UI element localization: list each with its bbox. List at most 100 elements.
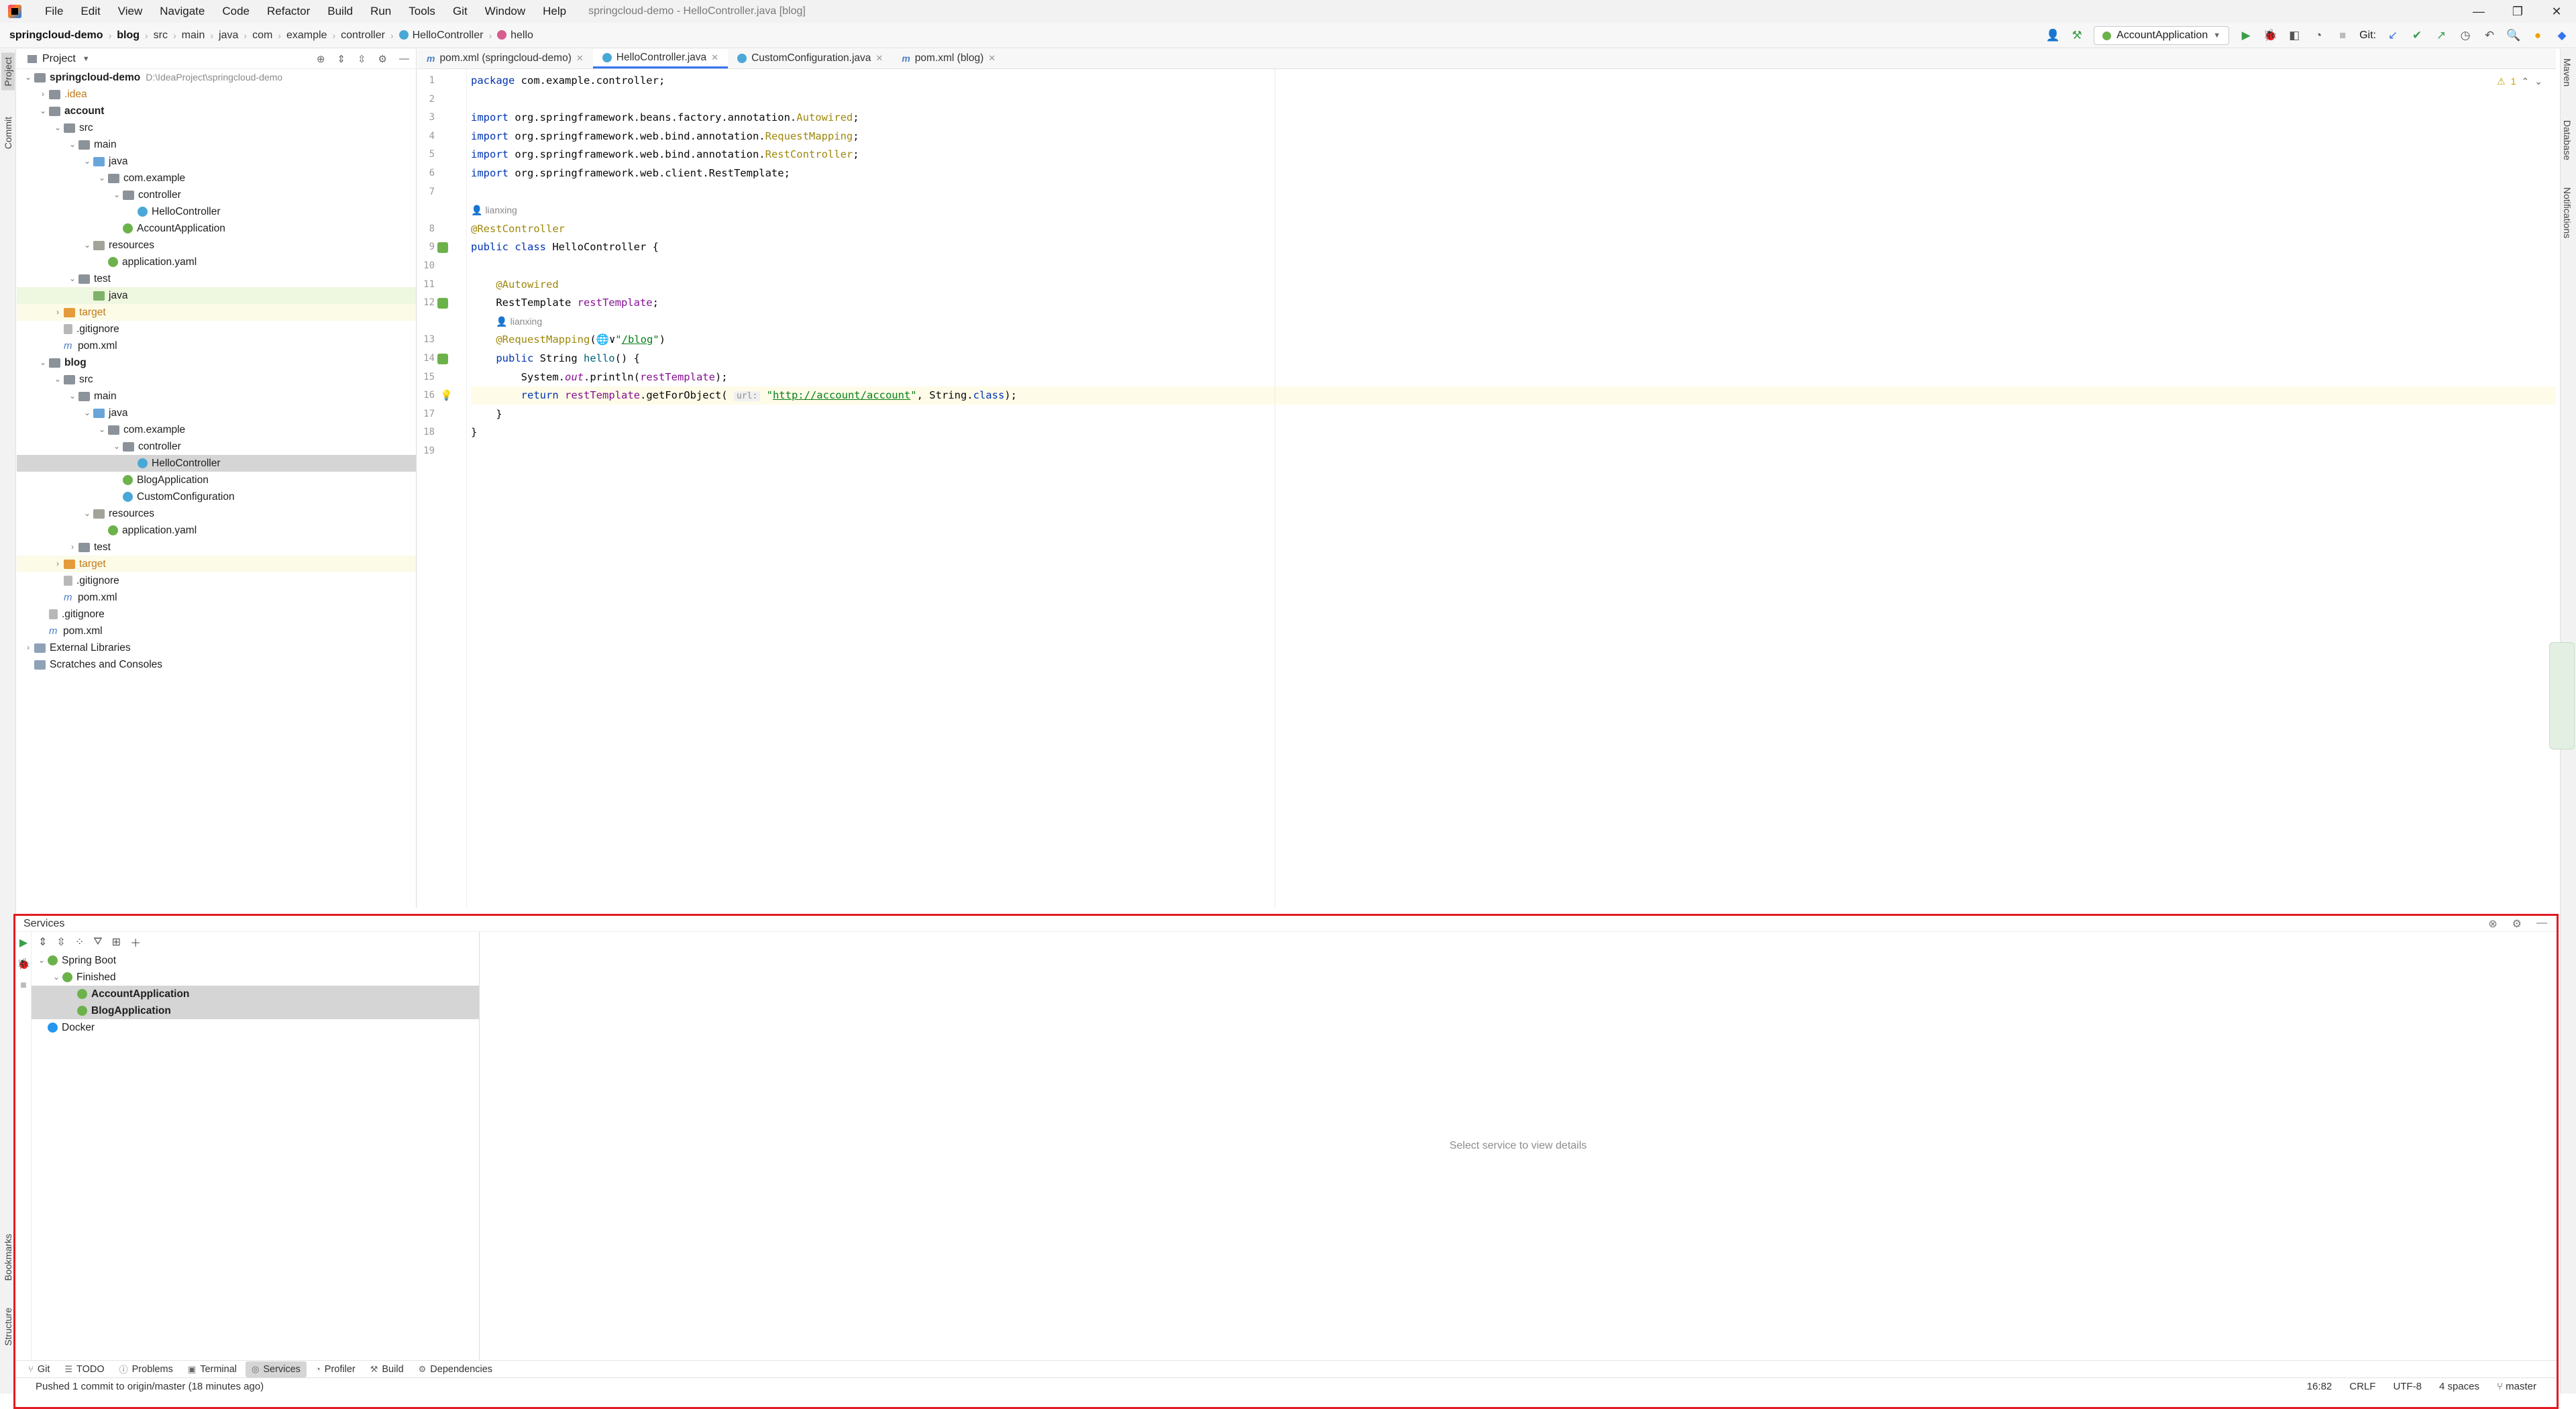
- vtab-notifications[interactable]: Notifications: [2561, 183, 2574, 242]
- hide-icon[interactable]: —: [2536, 917, 2547, 931]
- code-line[interactable]: package com.example.controller;: [471, 72, 665, 90]
- vtab-project[interactable]: Project: [1, 53, 15, 91]
- chevron-down-icon[interactable]: ⌄: [81, 505, 93, 522]
- tool-tab-git[interactable]: ⑂ Git: [22, 1361, 56, 1377]
- menu-code[interactable]: Code: [213, 0, 258, 23]
- chevron-down-icon[interactable]: ⌄: [66, 270, 78, 287]
- chevron-down-icon[interactable]: ⌄: [111, 438, 123, 455]
- restore-button[interactable]: ❐: [2498, 0, 2537, 23]
- tree-item[interactable]: CustomConfiguration: [17, 488, 416, 505]
- close-button[interactable]: ✕: [2537, 0, 2576, 23]
- stop-icon[interactable]: ■: [15, 975, 32, 996]
- code-line[interactable]: System.out.println(restTemplate);: [471, 368, 728, 386]
- chevron-down-icon[interactable]: ⌄: [37, 103, 49, 119]
- code-line[interactable]: 👤 lianxing: [471, 313, 542, 331]
- tool-tab-build[interactable]: ⚒ Build: [364, 1361, 410, 1377]
- chevron-right-icon[interactable]: ›: [37, 86, 49, 103]
- vtab-maven[interactable]: Maven: [2561, 54, 2574, 91]
- chevron-down-icon[interactable]: ⌄: [81, 405, 93, 421]
- intention-bulb-icon[interactable]: 💡: [440, 389, 453, 401]
- code-line[interactable]: 👤 lianxing: [471, 201, 517, 219]
- updates-icon[interactable]: ●: [2530, 28, 2545, 43]
- new-tab-icon[interactable]: ⊞: [112, 935, 121, 949]
- tree-item[interactable]: ⌄ account: [17, 103, 416, 119]
- status-message[interactable]: Pushed 1 commit to origin/master (18 min…: [36, 1381, 264, 1392]
- tree-item[interactable]: java: [17, 287, 416, 304]
- tree-item[interactable]: › External Libraries: [17, 639, 416, 656]
- breadcrumb-item[interactable]: hello: [497, 30, 533, 42]
- tree-item[interactable]: .gitignore: [17, 572, 416, 589]
- tree-item[interactable]: HelloController: [17, 455, 416, 472]
- close-tab-icon[interactable]: ✕: [988, 53, 996, 64]
- tree-item[interactable]: ⌄ java: [17, 153, 416, 170]
- menu-run[interactable]: Run: [362, 0, 400, 23]
- line-separator[interactable]: CRLF: [2349, 1381, 2375, 1392]
- stop-icon[interactable]: ■: [2335, 28, 2350, 43]
- chevron-down-icon[interactable]: ⌄: [81, 153, 93, 170]
- caret-position[interactable]: 16:82: [2307, 1381, 2332, 1392]
- tree-item[interactable]: ⌄ controller: [17, 187, 416, 203]
- tree-item[interactable]: ⌄ resources: [17, 237, 416, 254]
- menu-navigate[interactable]: Navigate: [151, 0, 213, 23]
- breadcrumb-item[interactable]: java: [219, 30, 238, 42]
- inspection-widget[interactable]: ⚠ 1 ⌃ ⌄: [2497, 76, 2542, 87]
- menu-edit[interactable]: Edit: [72, 0, 109, 23]
- code-line[interactable]: RestTemplate restTemplate;: [471, 294, 659, 312]
- chevron-down-icon[interactable]: ⌄: [96, 421, 108, 438]
- menu-build[interactable]: Build: [319, 0, 362, 23]
- service-item[interactable]: BlogApplication: [32, 1002, 479, 1019]
- code-line[interactable]: public class HelloController {: [471, 238, 659, 256]
- vtab-bookmarks[interactable]: Bookmarks: [1, 1230, 15, 1285]
- spring-bean-gutter-icon[interactable]: [437, 354, 448, 364]
- tool-tab-dependencies[interactable]: ⚙ Dependencies: [413, 1361, 498, 1377]
- profile-icon[interactable]: ◔: [2311, 28, 2326, 43]
- user-icon[interactable]: 👤: [2045, 28, 2060, 43]
- build-hammer-icon[interactable]: ⚒: [2070, 28, 2084, 43]
- tool-tab-todo[interactable]: ☰ TODO: [58, 1361, 110, 1377]
- tree-item[interactable]: ⌄ src: [17, 371, 416, 388]
- tool-tab-terminal[interactable]: ▣ Terminal: [182, 1361, 243, 1377]
- debug-icon[interactable]: 🐞: [15, 953, 32, 975]
- tree-item[interactable]: ⌄ main: [17, 136, 416, 153]
- collapse-all-icon[interactable]: ⇳: [56, 935, 65, 949]
- close-tab-icon[interactable]: ✕: [711, 52, 718, 63]
- breadcrumb-item[interactable]: HelloController: [398, 30, 483, 42]
- minimize-button[interactable]: —: [2459, 0, 2498, 23]
- chevron-down-icon[interactable]: ⌄: [37, 354, 49, 371]
- chevron-down-icon[interactable]: ⌄: [81, 237, 93, 254]
- tree-item[interactable]: m pom.xml: [17, 337, 416, 354]
- menu-tools[interactable]: Tools: [400, 0, 444, 23]
- breadcrumb-item[interactable]: com: [252, 30, 272, 42]
- git-branch[interactable]: ⑂ master: [2497, 1381, 2536, 1392]
- menu-file[interactable]: File: [36, 0, 72, 23]
- tree-item[interactable]: ⌄ com.example: [17, 421, 416, 438]
- tree-item[interactable]: m pom.xml: [17, 589, 416, 606]
- tree-item[interactable]: HelloController: [17, 203, 416, 220]
- tree-item[interactable]: ⌄ main: [17, 388, 416, 405]
- locate-icon[interactable]: ⊕: [317, 53, 325, 65]
- chevron-up-icon[interactable]: ⌃: [2522, 76, 2530, 87]
- run-icon[interactable]: ▶: [15, 932, 32, 953]
- tree-item[interactable]: AccountApplication: [17, 220, 416, 237]
- vtab-commit[interactable]: Commit: [1, 113, 15, 153]
- chevron-down-icon[interactable]: ⌄: [50, 969, 62, 986]
- chevron-down-icon[interactable]: ▼: [83, 55, 90, 63]
- tool-tab-services[interactable]: ◎ Services: [245, 1361, 307, 1377]
- service-item[interactable]: ⌄ Spring Boot: [32, 952, 479, 969]
- chevron-right-icon[interactable]: ›: [52, 556, 64, 572]
- menu-view[interactable]: View: [109, 0, 152, 23]
- tree-item[interactable]: BlogApplication: [17, 472, 416, 488]
- tree-item[interactable]: ⌄ src: [17, 119, 416, 136]
- coverage-icon[interactable]: ◧: [2287, 28, 2302, 43]
- gear-icon[interactable]: ⚙: [2512, 917, 2522, 931]
- git-update-icon[interactable]: ↙: [2385, 28, 2400, 43]
- editor-tab[interactable]: HelloController.java ✕: [592, 48, 729, 68]
- breadcrumb-item[interactable]: main: [182, 30, 205, 42]
- chevron-down-icon[interactable]: ⌄: [2534, 76, 2542, 87]
- chevron-right-icon[interactable]: ›: [22, 639, 34, 656]
- tree-item[interactable]: application.yaml: [17, 522, 416, 539]
- menu-help[interactable]: Help: [534, 0, 575, 23]
- editor-tab[interactable]: CustomConfiguration.java ✕: [728, 48, 892, 68]
- code-line[interactable]: @RestController: [471, 220, 565, 238]
- tree-item[interactable]: application.yaml: [17, 254, 416, 270]
